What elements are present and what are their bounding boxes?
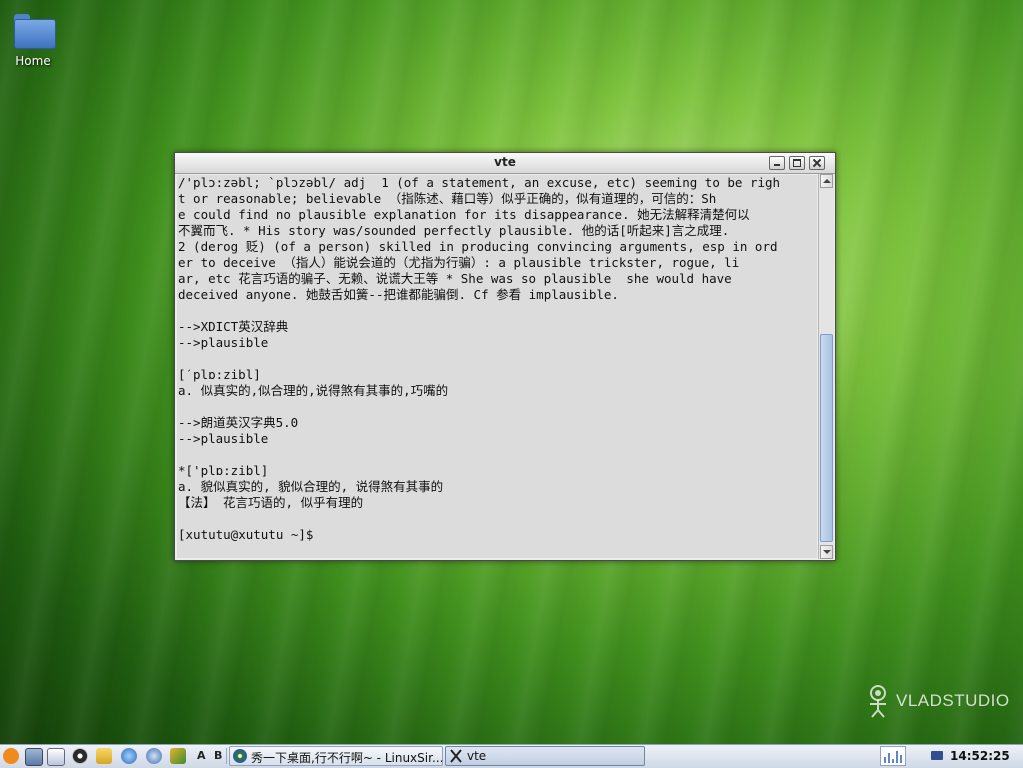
terminal-line: er to deceive （指人）能说会道的（尤指为行骗）: a plausi… xyxy=(178,255,740,270)
terminal-line: t or reasonable; believable （指陈述、藉口等）似乎正… xyxy=(178,191,717,206)
close-button[interactable] xyxy=(809,156,825,170)
cpu-monitor[interactable] xyxy=(880,746,906,766)
terminal-line: *['plɒ:zibl] xyxy=(178,463,269,478)
taskbar: A B 秀一下桌面,行不行啊~ - LinuxSir... vte 14:52:… xyxy=(0,744,1023,768)
mail-icon[interactable] xyxy=(931,751,943,760)
paint-icon[interactable] xyxy=(170,748,186,764)
terminal-line: e could find no plausible explanation fo… xyxy=(178,207,750,222)
screen-icon[interactable] xyxy=(25,748,43,766)
terminal-scrollbar[interactable] xyxy=(818,174,834,559)
vladstudio-watermark: VLADSTUDIO xyxy=(864,684,1014,718)
watermark-logo-icon xyxy=(870,685,886,718)
terminal-line: a. 似真实的,似合理的,说得煞有其事的,巧嘴的 xyxy=(178,383,449,398)
task-vte[interactable]: vte xyxy=(445,746,645,766)
folder-icon[interactable] xyxy=(96,748,112,764)
settings-icon[interactable] xyxy=(146,748,162,764)
x-icon xyxy=(449,749,463,763)
window-title: vte xyxy=(494,155,516,169)
folder-icon xyxy=(12,12,56,49)
network-icon[interactable] xyxy=(121,748,137,764)
task-label: 秀一下桌面,行不行啊~ - LinuxSir... xyxy=(251,751,443,765)
terminal-prompt[interactable]: [xututu@xututu ~]$ xyxy=(177,527,817,543)
terminal-line: -->XDICT英汉辞典 xyxy=(178,319,289,334)
watermark-text: VLADSTUDIO xyxy=(896,691,1010,710)
terminal-line: 2 (derog 贬) (of a person) skilled in pro… xyxy=(178,239,778,254)
terminal-line: 【法】 花言巧语的, 似乎有理的 xyxy=(178,495,364,510)
task-label: vte xyxy=(467,749,487,763)
launcher-b[interactable]: B xyxy=(214,749,222,762)
terminal-line: [ˊplɒ:zibl] xyxy=(178,367,261,382)
terminal-line: 不翼而飞. * His story was/sounded perfectly … xyxy=(178,223,730,238)
minimize-button[interactable] xyxy=(769,156,785,170)
terminal-window[interactable]: vte /'plɔ:zəbl; `plɔzəbl/ adj 1 (of a st… xyxy=(174,152,836,561)
terminal-line: -->朗道英汉字典5.0 xyxy=(178,415,299,430)
scroll-up-button[interactable] xyxy=(820,174,833,188)
terminal-output[interactable]: /'plɔ:zəbl; `plɔzəbl/ adj 1 (of a statem… xyxy=(177,175,817,558)
windows-icon[interactable] xyxy=(47,748,65,766)
clock[interactable]: 14:52:25 xyxy=(950,749,1010,763)
browser-icon[interactable] xyxy=(72,748,88,764)
desktop-icon-home[interactable]: Home xyxy=(8,12,58,68)
terminal-line: ar, etc 花言巧语的骗子、无赖、说谎大王等 * She was so pl… xyxy=(178,271,732,286)
terminal-line: /'plɔ:zəbl; `plɔzəbl/ adj 1 (of a statem… xyxy=(178,175,781,190)
launcher-a[interactable]: A xyxy=(197,749,206,762)
scroll-thumb[interactable] xyxy=(820,334,833,542)
desktop-icon-label: Home xyxy=(15,54,51,68)
terminal-line: -->plausible xyxy=(178,431,269,446)
window-titlebar[interactable]: vte xyxy=(175,153,835,174)
terminal-line: -->plausible xyxy=(178,335,269,350)
scroll-down-button[interactable] xyxy=(820,545,833,559)
menu-icon[interactable] xyxy=(3,748,19,764)
maximize-button[interactable] xyxy=(789,156,805,170)
terminal-line: a. 貌似真实的, 貌似合理的, 说得煞有其事的 xyxy=(178,479,444,494)
terminal-line: deceived anyone. 她鼓舌如簧--把谁都能骗倒. Cf 参看 im… xyxy=(178,287,619,302)
task-browser[interactable]: 秀一下桌面,行不行啊~ - LinuxSir... xyxy=(229,746,443,766)
browser-icon xyxy=(233,749,247,763)
